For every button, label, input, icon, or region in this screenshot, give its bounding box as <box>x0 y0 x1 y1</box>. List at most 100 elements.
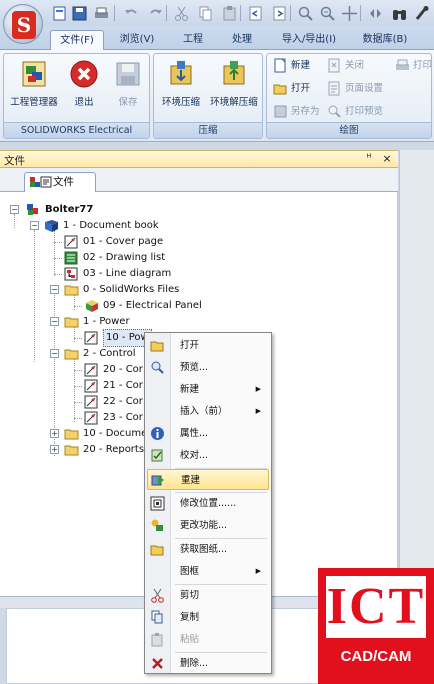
open-drawing-button[interactable]: 打开 <box>271 80 310 97</box>
project-manager-label: 工程管理器 <box>10 97 58 108</box>
menu-item-preview[interactable]: 预览... <box>147 357 269 378</box>
drawing-page-icon <box>84 395 98 409</box>
open-folder-icon <box>150 341 164 352</box>
tab-import-export[interactable]: 导入/导出(I) <box>270 30 348 50</box>
3d-part-icon <box>86 300 98 312</box>
save-button[interactable]: 保存 <box>108 58 148 118</box>
open-folder-icon <box>273 84 287 95</box>
paste-icon <box>151 633 163 647</box>
new-file-icon <box>274 58 286 73</box>
group-label-solidworks: SOLIDWORKS Electrical <box>4 122 149 138</box>
ribbon: 工程管理器 退出 保存 SOLIDWORKS Electrical 环境压缩 环… <box>0 50 434 142</box>
project-manager-icon <box>22 61 46 87</box>
close-icon[interactable]: × <box>381 153 393 165</box>
file-panel-header: 文件 ᴴ × <box>0 150 398 168</box>
solidworks-files-label: 0 - SolidWorks Files <box>83 284 180 295</box>
print-button[interactable]: 打印 <box>393 57 432 74</box>
menu-item-new[interactable]: 新建 ▶ <box>147 379 269 400</box>
menu-item-properties[interactable]: 属性... <box>147 423 269 444</box>
quick-access-toolbar <box>0 0 434 26</box>
printer-icon <box>396 59 409 70</box>
tab-view[interactable]: 浏览(V) <box>112 30 162 50</box>
pan-icon[interactable] <box>340 4 357 21</box>
page-setup-button[interactable]: 页面设置 <box>325 80 383 97</box>
collapse-toggle-control[interactable]: − <box>50 349 59 358</box>
folder-icon <box>64 317 79 328</box>
close-label: 关闭 <box>345 60 365 71</box>
group-solidworks-electrical: 工程管理器 退出 保存 SOLIDWORKS Electrical <box>3 53 150 139</box>
drawing-page-icon <box>84 331 98 345</box>
menu-item-frame[interactable]: 图框 ▶ <box>147 561 269 582</box>
tab-process[interactable]: 处理 <box>220 30 264 50</box>
expand-toggle-reports[interactable]: + <box>50 445 59 454</box>
menu-item-modify-location[interactable]: 修改位置...... <box>147 493 269 514</box>
undo-icon[interactable] <box>122 4 139 21</box>
zoom-icon[interactable] <box>296 4 313 21</box>
tab-file[interactable]: 文件(F) <box>50 30 104 51</box>
project-name: Bolter77 <box>45 204 94 215</box>
menu-item-renumber[interactable]: 重建 <box>147 469 269 490</box>
electrical-panel-label: 09 - Electrical Panel <box>103 300 202 311</box>
exit-label: 退出 <box>74 97 94 108</box>
tab-documents[interactable]: 文件 <box>24 172 96 192</box>
menu-item-check[interactable]: 校对... <box>147 445 269 466</box>
next-page-icon[interactable] <box>270 4 287 21</box>
panel-title: 文件 <box>4 155 25 167</box>
drawing-page-icon <box>84 363 98 377</box>
list-page-icon <box>64 251 78 265</box>
print-preview-icon <box>328 105 341 118</box>
save-as-button[interactable]: 另存为 <box>271 103 320 120</box>
collapse-toggle-power[interactable]: − <box>50 317 59 326</box>
menu-item-cut[interactable]: 剪切 <box>147 585 269 606</box>
project-manager-button[interactable]: 工程管理器 <box>8 58 60 118</box>
new-drawing-button[interactable]: 新建 <box>271 57 310 74</box>
folder-icon <box>64 285 79 296</box>
page-setup-label: 页面设置 <box>345 83 384 94</box>
print-icon[interactable] <box>92 4 109 21</box>
control-23-label: 23 - Cor <box>103 412 143 423</box>
redo-icon[interactable] <box>146 4 163 21</box>
menu-item-paste[interactable]: 粘贴 <box>147 629 269 650</box>
collapse-toggle-sw-files[interactable]: − <box>50 285 59 294</box>
panel-tab-strip: 文件 <box>0 168 398 192</box>
submenu-arrow-icon: ▶ <box>255 567 261 575</box>
menu-item-delete[interactable]: 删除... <box>147 653 269 674</box>
location-icon <box>150 496 165 511</box>
tool-icon[interactable] <box>412 4 429 21</box>
collapse-toggle-book[interactable]: − <box>30 221 39 230</box>
binoculars-icon[interactable] <box>390 4 407 21</box>
close-drawing-button[interactable]: 关闭 <box>325 57 364 74</box>
context-menu: 打开 预览... 新建 ▶ 插入（前） ▶ 属性... 校对... 重建 修改位… <box>144 332 272 674</box>
new-document-icon[interactable] <box>50 4 67 21</box>
menu-item-copy[interactable]: 复制 <box>147 607 269 628</box>
menu-item-change-function[interactable]: 更改功能... <box>147 515 269 536</box>
watermark-sub: CAD/CAM <box>340 648 412 665</box>
new-label: 新建 <box>291 60 311 71</box>
menu-item-insert-before[interactable]: 插入（前） ▶ <box>147 401 269 422</box>
drawing-list-label: 02 - Drawing list <box>83 252 166 263</box>
exit-button[interactable]: 退出 <box>64 58 104 118</box>
document-icon <box>40 176 52 188</box>
power-folder-label: 1 - Power <box>83 316 130 327</box>
pin-icon[interactable]: ᴴ <box>363 153 375 165</box>
decompress-environment-button[interactable]: 环境解压缩 <box>206 58 262 118</box>
previous-page-icon[interactable] <box>246 4 263 21</box>
decompress-label: 环境解压缩 <box>210 97 258 108</box>
collapse-toggle-root[interactable]: − <box>10 205 19 214</box>
app-logo[interactable]: S <box>3 4 43 44</box>
cut-icon[interactable] <box>172 4 189 21</box>
zoom-out-icon[interactable] <box>318 4 335 21</box>
paste-icon[interactable] <box>220 4 237 21</box>
arrows-icon[interactable] <box>366 4 383 21</box>
save-icon[interactable] <box>70 4 87 21</box>
control-folder-label: 2 - Control <box>83 348 136 359</box>
menu-item-open[interactable]: 打开 <box>147 335 269 356</box>
menu-item-get-drawing[interactable]: 获取图纸... <box>147 539 269 560</box>
tab-database[interactable]: 数据库(B) <box>352 30 418 50</box>
tab-project[interactable]: 工程 <box>170 30 216 50</box>
compress-environment-button[interactable]: 环境压缩 <box>156 58 206 118</box>
expand-toggle-documents[interactable]: + <box>50 429 59 438</box>
print-preview-button[interactable]: 打印预览 <box>325 103 383 120</box>
group-label-drawing: 绘图 <box>267 122 431 138</box>
copy-icon[interactable] <box>196 4 213 21</box>
